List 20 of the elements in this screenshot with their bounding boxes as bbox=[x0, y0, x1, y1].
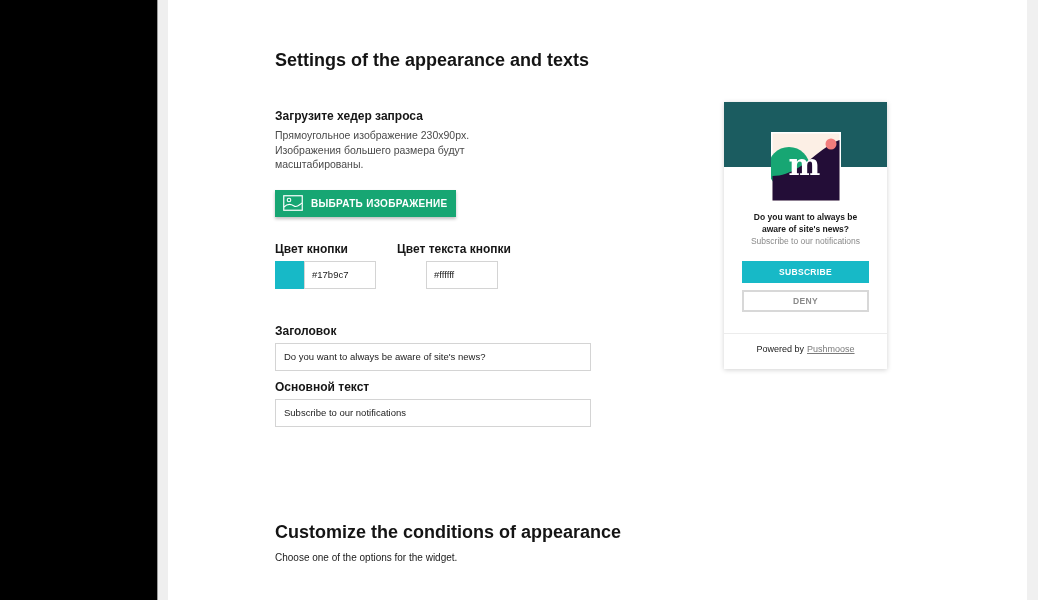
powered-by-text: Powered by bbox=[756, 343, 804, 355]
color-input[interactable]: #17b9c7 bbox=[304, 260, 376, 289]
field-label: Цвет кнопки bbox=[275, 240, 348, 257]
field-label: Загрузите хедер запроса bbox=[275, 108, 423, 124]
color-swatch[interactable] bbox=[275, 260, 304, 289]
field-label: Цвет текста кнопки bbox=[397, 240, 511, 257]
brand-link[interactable]: Pushmoose bbox=[807, 343, 855, 355]
section-description: Choose one of the options for the widget. bbox=[275, 550, 458, 565]
image-icon bbox=[283, 195, 303, 211]
color-input[interactable]: #ffffff bbox=[426, 260, 498, 289]
field-label: Основной текст bbox=[275, 378, 370, 395]
section-heading: Settings of the appearance and texts bbox=[275, 49, 590, 72]
widget-subtitle: Subscribe to our notifications bbox=[750, 235, 861, 247]
text-input[interactable]: Do you want to always be aware of site's news? bbox=[275, 342, 591, 371]
text-input[interactable]: Subscribe to our notifications bbox=[275, 398, 591, 427]
field-label: Заголовок bbox=[275, 322, 337, 339]
upload-description: Прямоугольное изображение 230x90px. Изображения большего размера будут масштабированы. bbox=[275, 128, 471, 172]
deny-button[interactable]: DENY bbox=[742, 290, 869, 312]
section-heading: Customize the conditions of appearance bbox=[275, 520, 622, 544]
widget-title: Do you want to always be aware of site's news? bbox=[752, 211, 859, 235]
